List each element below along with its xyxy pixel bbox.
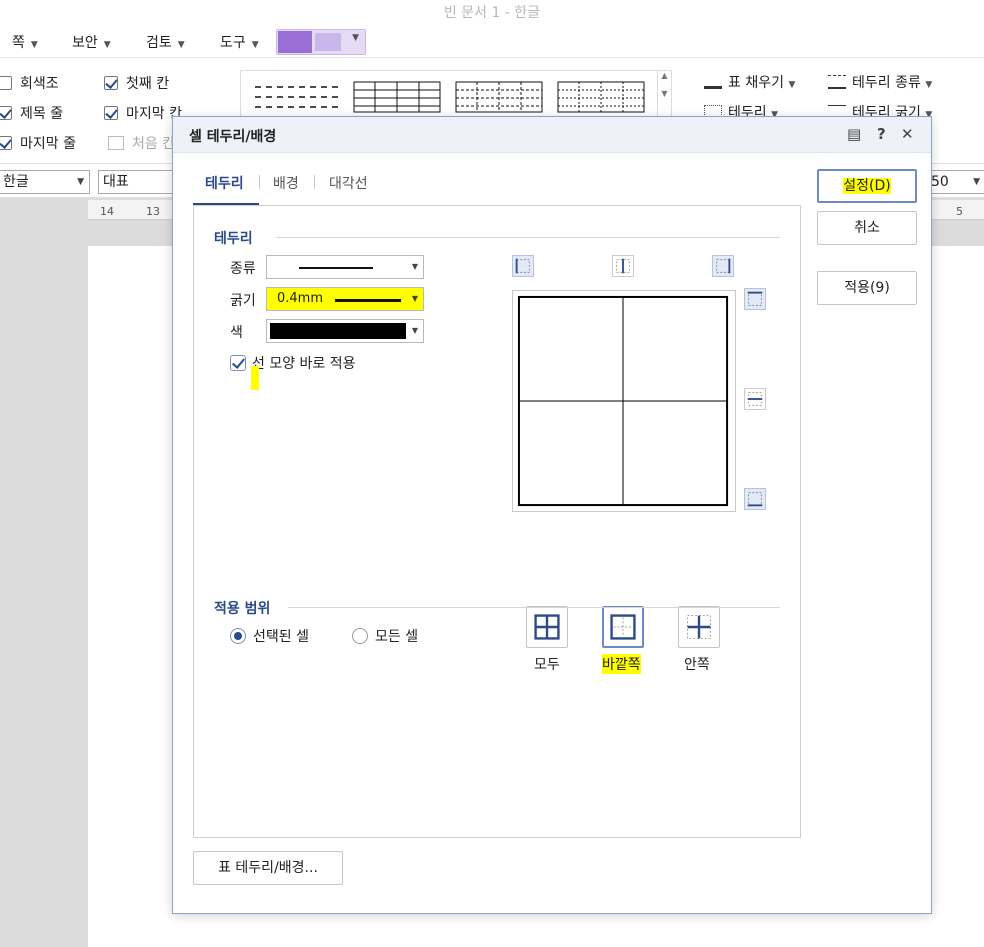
window-title: 빈 문서 1 - 한글 <box>0 0 984 26</box>
table-design-icon[interactable] <box>278 31 312 53</box>
line-color-combo[interactable]: ▼ <box>266 319 424 343</box>
table-style-thumb[interactable] <box>557 81 645 113</box>
ribbon-check-grayscale[interactable]: 회색조 <box>0 73 59 93</box>
dialog-title: 셀 테두리/배경 <box>189 129 277 145</box>
menu-review[interactable]: 검토 ▼ <box>146 32 185 52</box>
menubar: 쪽 ▼ 보안 ▼ 검토 ▼ 도구 ▼ <box>0 26 984 58</box>
fill-bucket-icon <box>704 75 722 89</box>
preset-label: 모두 <box>534 657 560 673</box>
chevron-down-icon: ▼ <box>925 80 933 90</box>
comment-icon[interactable]: ▤ <box>847 125 861 143</box>
checkbox[interactable] <box>104 106 118 120</box>
checkbox[interactable] <box>0 136 12 150</box>
cell-border-dialog: 셀 테두리/배경 ▤ ? ✕ 테두리 배경 대각선 테두리 종류 ▼ 굵기 0.… <box>172 116 932 914</box>
table-style-thumb[interactable] <box>455 81 543 113</box>
checkbox[interactable] <box>104 76 118 90</box>
tab-diagonal[interactable]: 대각선 <box>329 173 368 193</box>
table-fill-button[interactable]: 표 채우기 ▼ <box>704 72 795 92</box>
chevron-down-icon: ▼ <box>103 40 111 50</box>
checkbox[interactable] <box>0 76 12 90</box>
all-borders-icon[interactable] <box>526 606 568 648</box>
line-type-combo[interactable]: ▼ <box>266 255 424 279</box>
table-style-thumb[interactable] <box>253 81 341 113</box>
scope-all-cells-radio[interactable]: 모든 셀 <box>352 626 418 646</box>
inner-borders-icon[interactable] <box>678 606 720 648</box>
preset-label: 바깥쪽 <box>602 654 641 674</box>
border-tab-panel: 테두리 종류 ▼ 굵기 0.4mm ▼ 색 ▼ 선 모양 바로 적용 모두 바깥… <box>193 205 801 838</box>
chevron-down-icon: ▼ <box>973 177 980 187</box>
section-divider <box>288 607 780 608</box>
radio[interactable] <box>230 628 246 644</box>
chevron-down-icon: ▼ <box>411 262 418 271</box>
ribbon-check-header-row[interactable]: 제목 줄 <box>0 103 63 123</box>
menu-security[interactable]: 보안 ▼ <box>72 32 111 52</box>
table-tool-group[interactable]: ▼ <box>276 29 366 55</box>
top-border-button[interactable] <box>744 288 766 310</box>
help-icon[interactable]: ? <box>877 125 886 143</box>
chevron-down-icon: ▼ <box>251 40 259 50</box>
border-preview[interactable] <box>512 290 736 512</box>
section-divider <box>276 237 780 238</box>
apply-now-checkbox[interactable]: 선 모양 바로 적용 <box>230 353 356 373</box>
border-type-button[interactable]: 테두리 종류 ▼ <box>828 72 932 92</box>
line-preview <box>335 299 401 302</box>
right-border-button[interactable] <box>712 255 734 277</box>
scope-section-title: 적용 범위 <box>214 601 271 617</box>
menu-page[interactable]: 쪽 ▼ <box>12 32 38 52</box>
ok-button[interactable]: 설정(D) <box>817 169 917 203</box>
tab-border[interactable]: 테두리 <box>205 173 244 193</box>
color-label: 색 <box>230 325 243 341</box>
table-style-gallery[interactable]: ▲ ▼ <box>240 70 672 123</box>
left-border-button[interactable] <box>512 255 534 277</box>
width-label: 굵기 <box>230 293 256 309</box>
table-border-background-button[interactable]: 표 테두리/배경... <box>193 851 343 885</box>
style-select[interactable]: 대표 <box>98 170 178 194</box>
scope-selected-cells-radio[interactable]: 선택된 셀 <box>230 626 309 646</box>
tab-divider <box>259 175 260 189</box>
table-layout-icon[interactable] <box>315 33 341 51</box>
line-width-combo[interactable]: 0.4mm ▼ <box>266 287 424 311</box>
ribbon-check-last-col[interactable]: 마지막 칸 <box>104 103 182 123</box>
border-type-icon <box>828 75 846 89</box>
tab-background[interactable]: 배경 <box>273 173 299 193</box>
checkbox[interactable] <box>0 106 12 120</box>
ribbon-check-last-row[interactable]: 마지막 줄 <box>0 133 76 153</box>
chevron-down-icon: ▼ <box>177 40 185 50</box>
checkbox[interactable] <box>230 355 246 371</box>
type-label: 종류 <box>230 261 256 277</box>
chevron-down-icon: ▼ <box>30 40 38 50</box>
ribbon-check-first-cell[interactable]: 처음 칸 <box>108 133 175 153</box>
border-section-title: 테두리 <box>214 231 253 247</box>
ribbon-check-first-col[interactable]: 첫째 칸 <box>104 73 169 93</box>
line-width-value: 0.4mm <box>277 291 324 306</box>
highlight-mark <box>251 366 259 390</box>
menu-tools[interactable]: 도구 ▼ <box>220 32 259 52</box>
preset-label: 안쪽 <box>684 657 710 673</box>
color-swatch <box>270 323 406 339</box>
chevron-down-icon: ▼ <box>352 33 359 43</box>
chevron-down-icon: ▼ <box>411 326 418 335</box>
line-preview <box>299 267 373 269</box>
outer-borders-icon[interactable] <box>602 606 644 648</box>
language-select[interactable]: 한글 ▼ <box>0 170 90 194</box>
tab-divider <box>314 175 315 189</box>
bottom-border-button[interactable] <box>744 488 766 510</box>
inner-vertical-border-button[interactable] <box>612 255 634 277</box>
table-icon <box>108 136 124 150</box>
chevron-down-icon: ▼ <box>788 80 796 90</box>
apply-button[interactable]: 적용(9) <box>817 271 917 305</box>
chevron-down-icon: ▼ <box>77 177 84 187</box>
cancel-button[interactable]: 취소 <box>817 211 917 245</box>
inner-horizontal-border-button[interactable] <box>744 388 766 410</box>
dialog-titlebar: 셀 테두리/배경 ▤ ? ✕ <box>173 117 931 153</box>
close-icon[interactable]: ✕ <box>901 125 914 143</box>
zoom-select[interactable]: 50 ▼ <box>926 170 984 194</box>
table-style-thumb[interactable] <box>353 81 441 113</box>
chevron-down-icon: ▼ <box>411 294 418 303</box>
radio[interactable] <box>352 628 368 644</box>
